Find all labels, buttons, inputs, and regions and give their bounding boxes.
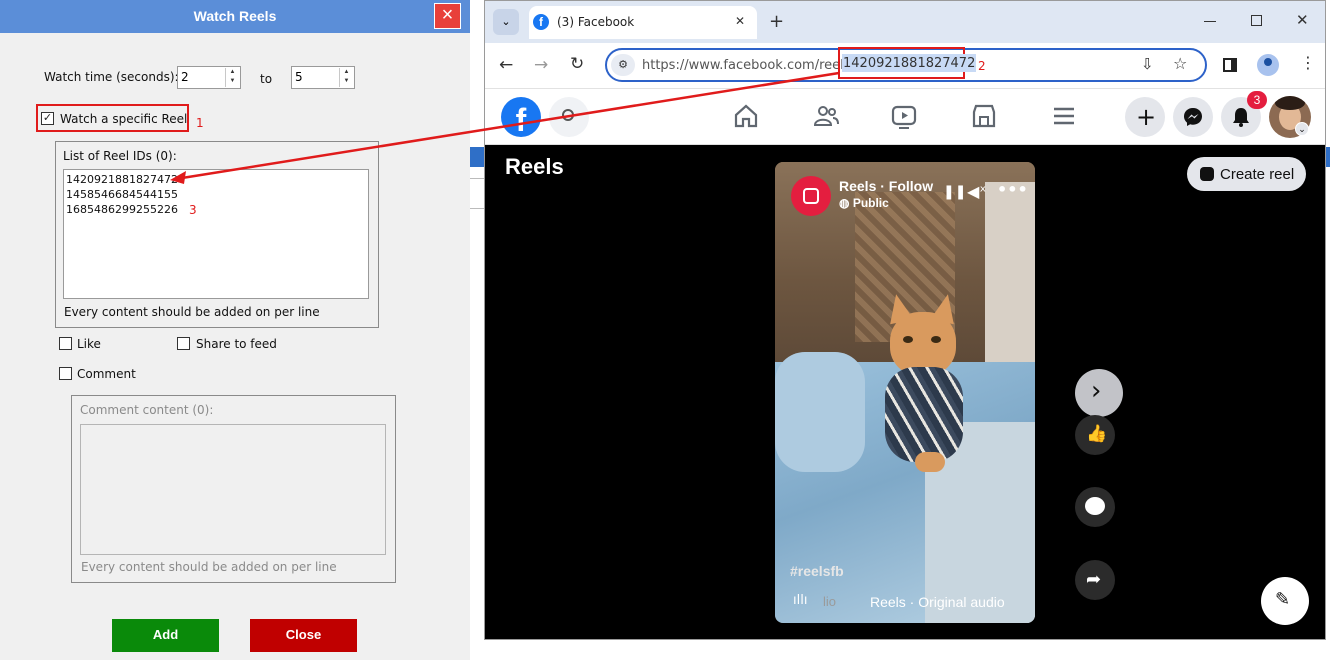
annotation-arrow [170,71,840,184]
